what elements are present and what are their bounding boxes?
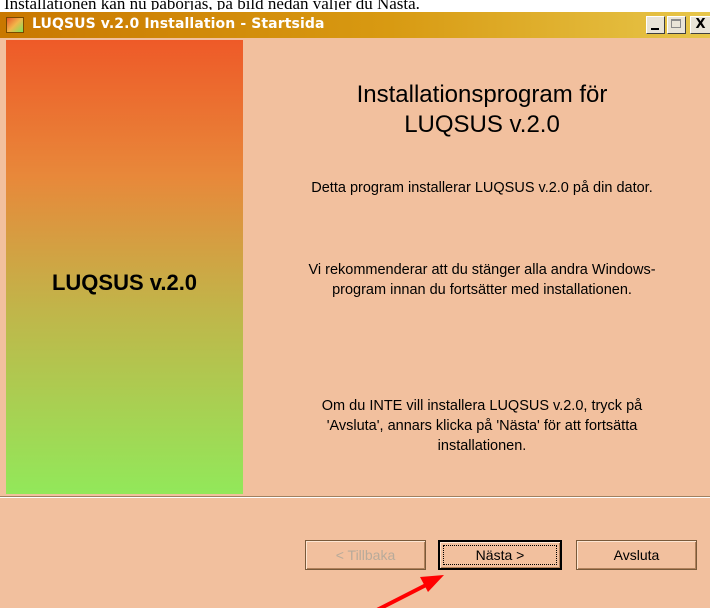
window-title: LUQSUS v.2.0 Installation - Startsida bbox=[32, 16, 325, 32]
cancel-instructions-line-3: installationen. bbox=[437, 438, 527, 454]
intro-text: Detta program installerar LUQSUS v.2.0 p… bbox=[311, 180, 653, 196]
close-icon: X bbox=[695, 17, 706, 32]
close-button[interactable]: X bbox=[690, 16, 710, 34]
cancel-instructions-line-1: Om du INTE vill installera LUQSUS v.2.0,… bbox=[321, 398, 643, 414]
next-button[interactable]: Nästa > bbox=[438, 540, 562, 570]
sidebar-banner: LUQSUS v.2.0 bbox=[6, 40, 243, 494]
back-button: < Tillbaka bbox=[305, 540, 426, 570]
button-separator bbox=[0, 496, 710, 498]
minimize-button[interactable] bbox=[646, 16, 665, 34]
focus-rectangle bbox=[443, 545, 557, 565]
installer-icon bbox=[6, 17, 24, 33]
maximize-button bbox=[667, 16, 686, 34]
cancel-instructions-line-2: 'Avsluta', annars klicka på 'Nästa' för … bbox=[326, 418, 638, 434]
recommendation-line-2: program innan du fortsätter med installa… bbox=[332, 282, 632, 298]
exit-button[interactable]: Avsluta bbox=[576, 540, 697, 570]
title-bar[interactable]: LUQSUS v.2.0 Installation - Startsida X bbox=[0, 12, 710, 38]
page-title: Installationsprogram för LUQSUS v.2.0 bbox=[262, 80, 702, 140]
maximize-icon bbox=[671, 19, 681, 28]
recommendation-line-1: Vi rekommenderar att du stänger alla and… bbox=[308, 262, 656, 278]
minimize-icon bbox=[651, 28, 659, 30]
recommendation-text: Vi rekommenderar att du stänger alla and… bbox=[262, 260, 702, 300]
installer-window: LUQSUS v.2.0 Installation - Startsida X … bbox=[0, 12, 710, 608]
page-title-line-1: Installationsprogram för bbox=[356, 81, 608, 108]
sidebar-product-name: LUQSUS v.2.0 bbox=[51, 270, 198, 295]
page-title-line-2: LUQSUS v.2.0 bbox=[404, 111, 560, 138]
page-caption: Installationen kan nu påbörjas, på bild … bbox=[4, 0, 420, 10]
cancel-instructions: Om du INTE vill installera LUQSUS v.2.0,… bbox=[262, 396, 702, 456]
